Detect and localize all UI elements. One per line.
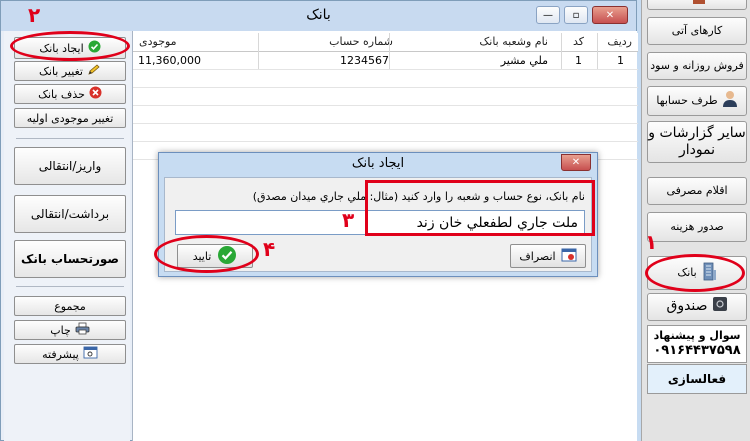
header-code[interactable]: کد bbox=[573, 35, 584, 48]
window-search-icon bbox=[83, 346, 98, 362]
sidebar-item-accounts[interactable]: طرف حسابها bbox=[647, 86, 747, 116]
minimize-icon: — bbox=[543, 9, 553, 21]
dialog-close-button[interactable]: ✕ bbox=[561, 154, 591, 171]
close-button[interactable]: ✕ bbox=[592, 6, 628, 24]
separator bbox=[16, 138, 124, 139]
main-sidebar: کارهای آتی فروش روزانه و سود طرف حسابها … bbox=[641, 0, 750, 441]
table-row[interactable]: 1 1 ملي مشير 1234567 11,360,000 bbox=[133, 52, 638, 70]
cell-row: 1 bbox=[617, 54, 624, 67]
edit-bank-button[interactable]: تغییر بانک bbox=[14, 61, 126, 81]
cell-bank-name: ملي مشير bbox=[500, 54, 548, 67]
sidebar-item-daily-sales[interactable]: فروش روزانه و سود bbox=[647, 52, 747, 80]
grid-header: ردیف کد نام وشعبه بانک شماره حساب موجودی bbox=[133, 33, 638, 52]
activation-button[interactable]: فعالسازی bbox=[647, 364, 747, 394]
window-titlebar[interactable]: بانک — ▫ ✕ bbox=[1, 1, 636, 31]
table-row[interactable] bbox=[133, 106, 638, 124]
printer-icon bbox=[75, 322, 90, 338]
delete-icon bbox=[89, 86, 102, 102]
cell-balance: 11,360,000 bbox=[138, 54, 201, 67]
table-row[interactable] bbox=[133, 70, 638, 88]
safe-icon bbox=[712, 296, 728, 318]
table-row[interactable] bbox=[133, 124, 638, 142]
header-account-number[interactable]: شماره حساب bbox=[329, 35, 393, 48]
annotation-ellipse-bank bbox=[645, 254, 745, 292]
cell-account-number: 1234567 bbox=[340, 54, 389, 67]
sidebar-item-cashbox[interactable]: صندوق bbox=[647, 293, 747, 321]
total-button[interactable]: مجموع bbox=[14, 296, 126, 316]
sidebar-item-top[interactable] bbox=[647, 0, 747, 10]
bank-statement-button[interactable]: صورتحساب بانک bbox=[14, 240, 126, 278]
sidebar-item-expense[interactable]: صدور هزینه bbox=[647, 212, 747, 242]
annotation-ellipse-confirm bbox=[154, 235, 259, 273]
header-bank-name[interactable]: نام وشعبه بانک bbox=[479, 35, 548, 48]
print-button[interactable]: چاپ bbox=[14, 320, 126, 340]
close-icon: ✕ bbox=[605, 9, 615, 21]
annotation-rect-input bbox=[365, 180, 595, 236]
support-phone: ۰۹۱۶۴۴۳۷۵۹۸ bbox=[653, 342, 741, 358]
sidebar-item-reports[interactable]: سایر گزارشات و نمودار bbox=[647, 121, 747, 163]
action-panel: ایجاد بانک تغییر بانک حذف بانک تغییر موج… bbox=[4, 31, 130, 441]
support-box[interactable]: سوال و پیشنهاد ۰۹۱۶۴۴۳۷۵۹۸ bbox=[647, 325, 747, 363]
sidebar-item-consumables[interactable]: اقلام مصرفی bbox=[647, 177, 747, 205]
annotation-number-4: ۴ bbox=[263, 237, 276, 261]
deposit-transfer-button[interactable]: واریز/انتقالی bbox=[14, 147, 126, 185]
table-row[interactable] bbox=[133, 88, 638, 106]
annotation-number-2: ۲ bbox=[28, 3, 41, 27]
sidebar-item-future-tasks[interactable]: کارهای آتی bbox=[647, 17, 747, 45]
dialog-title: ایجاد بانک bbox=[351, 156, 405, 171]
person-icon bbox=[722, 90, 738, 112]
folder-icon bbox=[692, 0, 706, 9]
delete-bank-button[interactable]: حذف بانک bbox=[14, 84, 126, 104]
header-row[interactable]: ردیف bbox=[607, 35, 632, 48]
separator bbox=[16, 286, 124, 287]
annotation-number-3: ۳ bbox=[342, 208, 355, 232]
header-balance[interactable]: موجودی bbox=[139, 35, 177, 48]
annotation-number-1: ۱ bbox=[645, 230, 658, 254]
advanced-button[interactable]: پیشرفته bbox=[14, 344, 126, 364]
maximize-icon: ▫ bbox=[572, 9, 580, 21]
change-initial-balance-button[interactable]: تغییر موجودی اولیه bbox=[14, 108, 126, 128]
minimize-button[interactable]: — bbox=[536, 6, 560, 24]
close-icon: ✕ bbox=[571, 157, 581, 168]
support-label: سوال و پیشنهاد bbox=[653, 329, 741, 342]
cancel-button[interactable]: انصراف bbox=[510, 244, 586, 268]
withdraw-transfer-button[interactable]: برداشت/انتقالی bbox=[14, 195, 126, 233]
annotation-ellipse-create bbox=[10, 31, 130, 61]
cell-code: 1 bbox=[575, 54, 582, 67]
maximize-button[interactable]: ▫ bbox=[564, 6, 588, 24]
pencil-icon bbox=[87, 63, 101, 79]
cancel-window-icon bbox=[561, 248, 577, 265]
